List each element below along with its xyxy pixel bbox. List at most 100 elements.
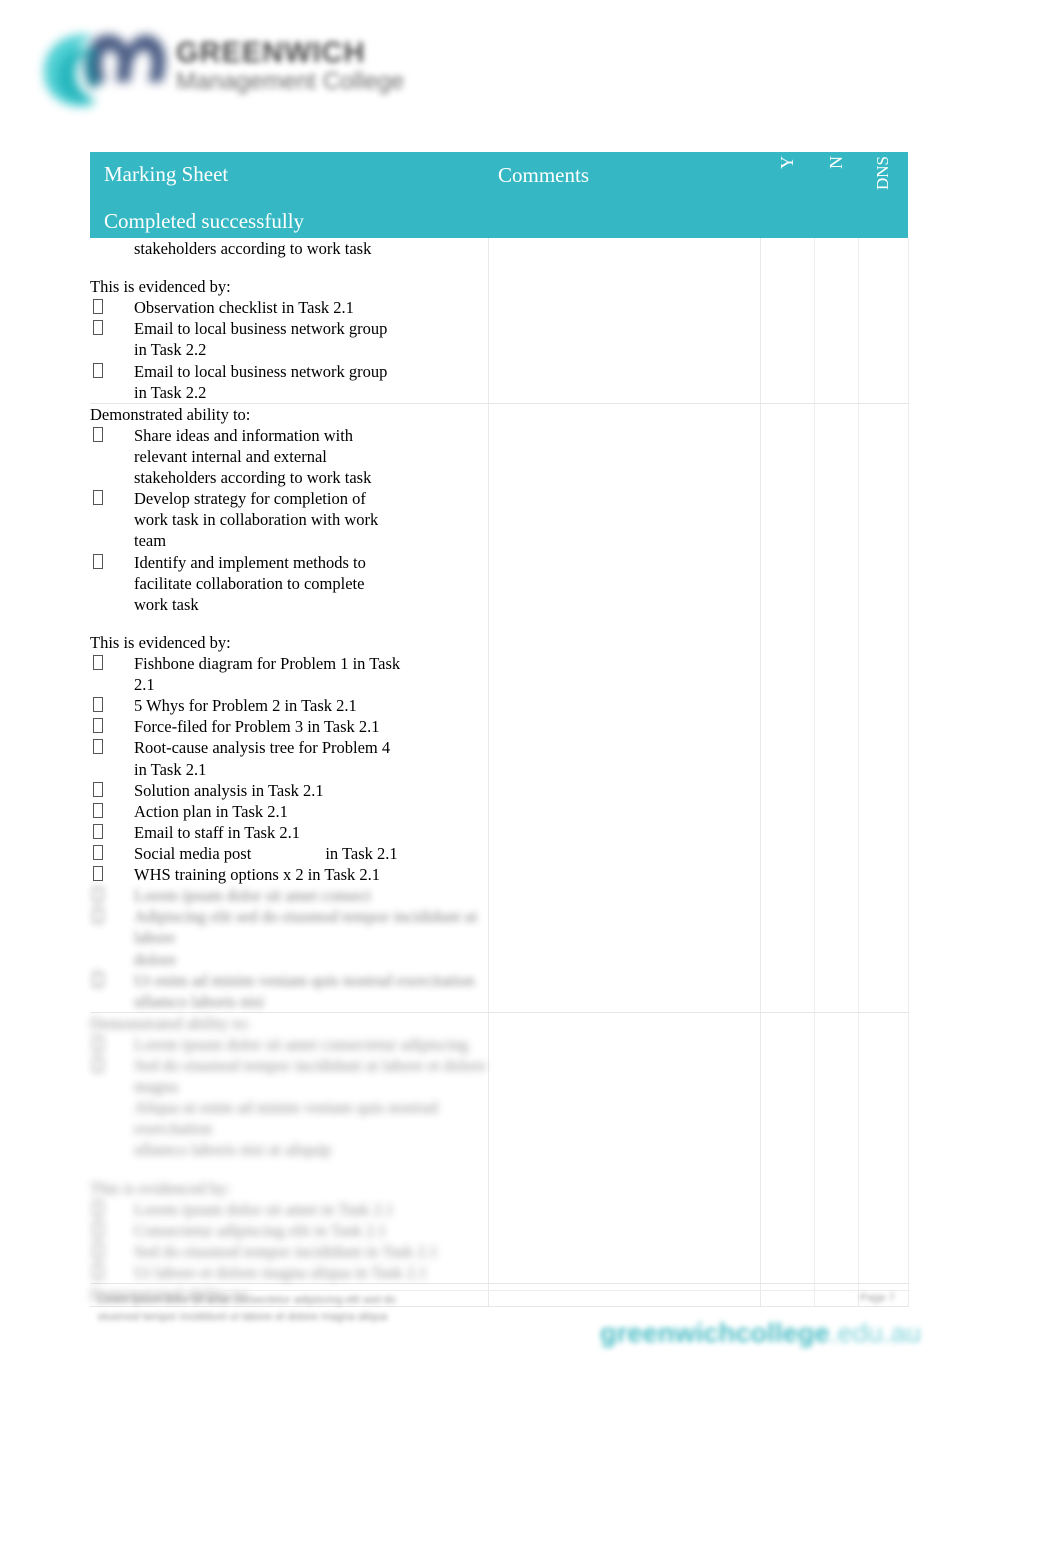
list-item-line: Observation checklist in Task 2.1 xyxy=(134,298,354,318)
bullet-box-icon xyxy=(93,426,103,442)
college-tagline: Management College xyxy=(176,68,405,96)
bullet-box-icon xyxy=(93,823,103,839)
list-item-line: Sed do eiusmod tempor incididunt in Task… xyxy=(134,1241,438,1261)
gm-monogram-logo-icon xyxy=(44,34,166,107)
list-item-line: Adipiscing elit sed do eiusmod tempor in… xyxy=(134,907,478,948)
mark-yes-cell-1[interactable] xyxy=(760,238,815,404)
list-item-line: Force-filed for Problem 3 in Task 2.1 xyxy=(134,717,380,737)
list-item: Identify and implement methods to facili… xyxy=(90,552,488,615)
bullet-box-icon xyxy=(93,490,103,506)
list-item-line: in Task 2.1 xyxy=(134,759,207,779)
list-item-line: work task in collaboration with work xyxy=(134,510,379,530)
list-item: Email to staff in Task 2.1 xyxy=(90,822,488,843)
list-item-line: in Task 2.1 xyxy=(325,843,398,863)
illegible-evidence-lead-3: This is evidenced by: xyxy=(90,1178,231,1198)
list-item: Social media post in Task 2.1 xyxy=(90,843,488,864)
list-item-line: Action plan in Task 2.1 xyxy=(134,801,288,821)
bullet-box-icon xyxy=(93,697,103,713)
mark-dns-cell-3[interactable] xyxy=(858,1012,909,1285)
bullet-box-icon xyxy=(93,1221,103,1237)
table-header-row: Marking Sheet Completed successfully Com… xyxy=(90,152,908,238)
list-item-line: Email to staff in Task 2.1 xyxy=(134,822,300,842)
college-name: GREENWICH xyxy=(176,37,366,69)
list-item-line: in Task 2.2 xyxy=(134,340,207,360)
list-item: Root-cause analysis tree for Problem 4 i… xyxy=(90,737,488,779)
mark-yes-cell-2[interactable] xyxy=(760,403,815,1013)
mark-yes-cell-3[interactable] xyxy=(760,1012,815,1285)
ability-lead-2: Demonstrated ability to: xyxy=(90,404,251,424)
list-item-line: Email to local business network group xyxy=(134,361,388,381)
evidence-list-2: Fishbone diagram for Problem 1 in Task 2… xyxy=(90,653,488,885)
bullet-box-icon xyxy=(93,553,103,569)
mark-no-cell-3[interactable] xyxy=(814,1012,859,1285)
header-yes-label: Y xyxy=(776,156,797,169)
footer-page-number: Page 7 xyxy=(860,1292,895,1304)
bullet-box-icon xyxy=(93,866,103,882)
list-item: 5 Whys for Problem 2 in Task 2.1 xyxy=(90,695,488,716)
comments-cell-1[interactable] xyxy=(488,238,761,404)
criteria-cell-3: Demonstrated ability to: Lorem ipsum dol… xyxy=(90,1012,489,1285)
page-footer: Lorem ipsum dolor sit amet consectetur a… xyxy=(0,1288,1062,1358)
header-title-line2: Completed successfully xyxy=(104,209,305,234)
bullet-box-icon xyxy=(93,718,103,734)
list-item-line: Social media post xyxy=(134,843,252,863)
list-item: Adipiscing elit sed do eiusmod tempor in… xyxy=(90,906,488,969)
evidence-lead-1: This is evidenced by: xyxy=(90,277,231,297)
list-item: Email to local business network group in… xyxy=(90,361,488,403)
list-item-line: Lorem ipsum dolor sit amet consectetur a… xyxy=(134,1034,469,1054)
list-item: Sed do eiusmod tempor incididunt in Task… xyxy=(90,1241,488,1262)
header-dns: DNS xyxy=(858,152,908,238)
list-item: Action plan in Task 2.1 xyxy=(90,801,488,822)
footer-website-url: greenwichcollege.edu.au xyxy=(600,1318,921,1349)
list-item: Ut labore et dolore magna aliqua in Task… xyxy=(90,1262,488,1283)
ability-list-2: Share ideas and information with relevan… xyxy=(90,425,488,615)
illegible-evidence-tail: Lorem ipsum dolor sit amet consect Adipi… xyxy=(90,885,488,1012)
header-no-label: N xyxy=(825,156,846,169)
marking-sheet-table: Marking Sheet Completed successfully Com… xyxy=(90,152,909,1308)
bullet-box-icon xyxy=(93,320,103,336)
list-item-line: Identify and implement methods to xyxy=(134,552,366,572)
bullet-box-icon xyxy=(93,299,103,315)
footer-divider xyxy=(98,1290,910,1291)
comments-cell-3[interactable] xyxy=(488,1012,761,1285)
list-item-line: ullamco laboris nisi ut aliquip xyxy=(134,1140,332,1160)
list-item-line: stakeholders according to work task xyxy=(134,468,372,488)
bullet-box-icon xyxy=(93,844,103,860)
mark-dns-cell-1[interactable] xyxy=(858,238,909,404)
list-item-line: ullamco laboris nisi xyxy=(134,991,265,1011)
list-item: Sed do eiusmod tempor incididunt ut labo… xyxy=(90,1055,488,1161)
bullet-box-icon xyxy=(93,1035,103,1051)
list-item: Lorem ipsum dolor sit amet consect xyxy=(90,885,488,906)
illegible-lead-3: Demonstrated ability to: xyxy=(90,1013,251,1033)
header-title-line1: Marking Sheet xyxy=(104,162,229,186)
list-item: Develop strategy for completion of work … xyxy=(90,488,488,551)
list-item-line: dolore xyxy=(134,949,177,969)
list-item-line: 2.1 xyxy=(134,675,155,695)
bullet-box-icon xyxy=(93,887,103,903)
footer-url-main: greenwichcollege xyxy=(600,1318,830,1348)
list-item: Solution analysis in Task 2.1 xyxy=(90,780,488,801)
mark-no-cell-1[interactable] xyxy=(814,238,859,404)
list-item: Force-filed for Problem 3 in Task 2.1 xyxy=(90,716,488,737)
list-item-line: Consectetur adipiscing elit in Task 2.1 xyxy=(134,1220,387,1240)
mark-dns-cell-2[interactable] xyxy=(858,403,909,1013)
criteria-continuation-line: stakeholders according to work task xyxy=(134,239,372,258)
list-item-line: 5 Whys for Problem 2 in Task 2.1 xyxy=(134,696,357,716)
comments-cell-2[interactable] xyxy=(488,403,761,1013)
bullet-box-icon xyxy=(93,802,103,818)
criteria-cell-2: Demonstrated ability to: Share ideas and… xyxy=(90,403,489,1013)
bullet-box-icon xyxy=(93,1057,103,1073)
header-comments: Comments xyxy=(488,152,760,238)
table-row: Demonstrated ability to: Lorem ipsum dol… xyxy=(90,1012,909,1285)
list-item: Fishbone diagram for Problem 1 in Task 2… xyxy=(90,653,488,695)
bullet-box-icon xyxy=(93,1200,103,1216)
illegible-ability-list-3: Lorem ipsum dolor sit amet consectetur a… xyxy=(90,1034,488,1161)
list-item: Lorem ipsum dolor sit amet consectetur a… xyxy=(90,1034,488,1055)
mark-no-cell-2[interactable] xyxy=(814,403,859,1013)
bullet-box-icon xyxy=(93,781,103,797)
list-item-line: Ut labore et dolore magna aliqua in Task… xyxy=(134,1263,428,1283)
table-row: Demonstrated ability to: Share ideas and… xyxy=(90,403,909,1013)
